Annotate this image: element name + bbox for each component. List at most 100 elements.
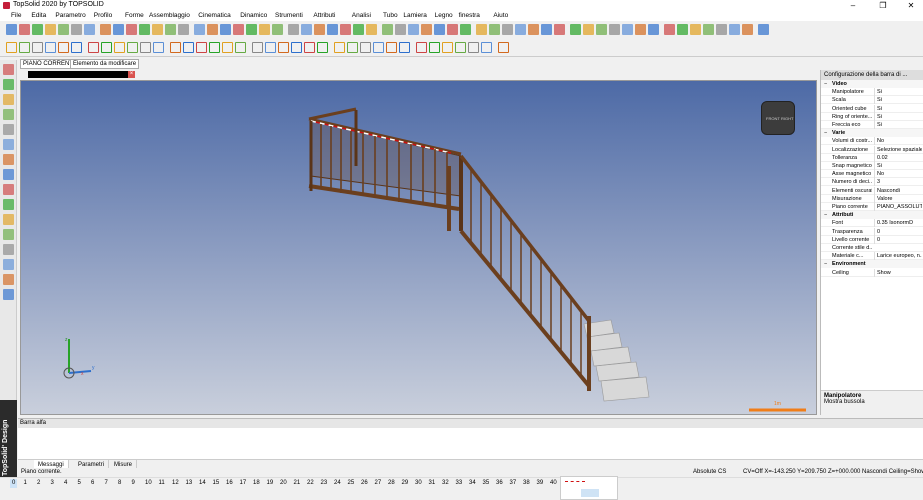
shape-tool-icon[interactable] xyxy=(252,42,263,53)
property-row[interactable]: Scala Si xyxy=(821,96,923,105)
layer-22[interactable]: 22 xyxy=(307,479,314,488)
left-tool-icon[interactable] xyxy=(3,109,14,120)
layer-16[interactable]: 16 xyxy=(226,479,233,488)
layer-28[interactable]: 28 xyxy=(388,479,395,488)
shape-tool-icon[interactable] xyxy=(291,42,302,53)
toolbar-tool-icon[interactable] xyxy=(541,24,552,35)
toolbar-tool-icon[interactable] xyxy=(648,24,659,35)
toolbar-tool-icon[interactable] xyxy=(382,24,393,35)
left-tool-icon[interactable] xyxy=(3,64,14,75)
toolbar-tool-icon[interactable] xyxy=(288,24,299,35)
layer-10[interactable]: 10 xyxy=(145,479,152,488)
layer-17[interactable]: 17 xyxy=(240,479,247,488)
property-value[interactable]: PIANO_ASSOLUTO xyxy=(874,203,922,211)
shape-tool-icon[interactable] xyxy=(455,42,466,53)
view-cube[interactable]: FRONT RIGHT xyxy=(761,101,795,135)
toolbar-tool-icon[interactable] xyxy=(554,24,565,35)
property-row[interactable]: Oriented cube Si xyxy=(821,104,923,113)
property-row[interactable]: Freccia eco Si xyxy=(821,121,923,129)
shape-tool-icon[interactable] xyxy=(304,42,315,53)
shape-tool-icon[interactable] xyxy=(101,42,112,53)
left-tool-icon[interactable] xyxy=(3,274,14,285)
left-tool-icon[interactable] xyxy=(3,214,14,225)
menu-finestra[interactable]: finestra xyxy=(459,12,480,19)
layer-12[interactable]: 12 xyxy=(172,479,179,488)
property-row[interactable]: Livello corrente 0 xyxy=(821,235,923,244)
close-button[interactable]: ✕ xyxy=(901,0,921,11)
toolbar-tool-icon[interactable] xyxy=(596,24,607,35)
shape-tool-icon[interactable] xyxy=(373,42,384,53)
layer-9[interactable]: 9 xyxy=(132,479,135,488)
property-value[interactable]: Si xyxy=(874,96,922,105)
shape-tool-icon[interactable] xyxy=(360,42,371,53)
shape-tool-icon[interactable] xyxy=(196,42,207,53)
layer-20[interactable]: 20 xyxy=(280,479,287,488)
left-tool-icon[interactable] xyxy=(3,199,14,210)
toolbar-tool-icon[interactable] xyxy=(6,24,17,35)
property-row[interactable]: Manipolatore Si xyxy=(821,88,923,97)
tab-elemento-da-modificare[interactable]: Elemento da modificare xyxy=(70,59,140,69)
section-environment[interactable]: Environment xyxy=(821,260,923,269)
layer-24[interactable]: 24 xyxy=(334,479,341,488)
shape-tool-icon[interactable] xyxy=(170,42,181,53)
toolbar-tool-icon[interactable] xyxy=(677,24,688,35)
left-tool-icon[interactable] xyxy=(3,124,14,135)
menu-file[interactable]: File xyxy=(11,12,21,19)
property-row[interactable]: Numero di deci... 3 xyxy=(821,178,923,187)
menu-edita[interactable]: Edita xyxy=(31,12,46,19)
toolbar-tool-icon[interactable] xyxy=(178,24,189,35)
toolbar-tool-icon[interactable] xyxy=(690,24,701,35)
menu-aiuto[interactable]: Aiuto xyxy=(493,12,508,19)
toolbar-tool-icon[interactable] xyxy=(570,24,581,35)
menu-attributi[interactable]: Attributi xyxy=(313,12,335,19)
left-tool-icon[interactable] xyxy=(3,259,14,270)
property-value[interactable]: Selezione spaziale xyxy=(874,145,922,154)
toolbar-tool-icon[interactable] xyxy=(447,24,458,35)
shape-tool-icon[interactable] xyxy=(71,42,82,53)
layer-31[interactable]: 31 xyxy=(429,479,436,488)
layer-6[interactable]: 6 xyxy=(91,479,94,488)
property-value[interactable]: Si xyxy=(874,121,922,129)
property-row[interactable]: Ring of oriente... Si xyxy=(821,112,923,121)
layer-21[interactable]: 21 xyxy=(294,479,301,488)
toolbar-tool-icon[interactable] xyxy=(353,24,364,35)
shape-tool-icon[interactable] xyxy=(222,42,233,53)
shape-tool-icon[interactable] xyxy=(317,42,328,53)
menu-cinematica[interactable]: Cinematica xyxy=(198,12,231,19)
close-document-icon[interactable]: × xyxy=(128,71,135,78)
property-value[interactable]: 0 xyxy=(874,227,922,236)
3d-viewport[interactable]: FRONT RIGHT z y x 1m xyxy=(20,80,817,415)
left-tool-icon[interactable] xyxy=(3,79,14,90)
layer-1[interactable]: 1 xyxy=(24,479,27,488)
property-row[interactable]: Tolleranza 0.02 xyxy=(821,153,923,162)
layer-26[interactable]: 26 xyxy=(361,479,368,488)
property-value[interactable]: Larice europeo, n... xyxy=(874,252,922,261)
property-value[interactable]: Si xyxy=(874,112,922,121)
shape-tool-icon[interactable] xyxy=(468,42,479,53)
toolbar-tool-icon[interactable] xyxy=(716,24,727,35)
property-row[interactable]: Volumi di costr... No xyxy=(821,137,923,146)
shape-tool-icon[interactable] xyxy=(19,42,30,53)
shape-tool-icon[interactable] xyxy=(265,42,276,53)
shape-tool-icon[interactable] xyxy=(416,42,427,53)
toolbar-tool-icon[interactable] xyxy=(233,24,244,35)
section-varie[interactable]: Varie xyxy=(821,129,923,138)
toolbar-tool-icon[interactable] xyxy=(664,24,675,35)
section-video[interactable]: Video xyxy=(821,80,923,88)
toolbar-tool-icon[interactable] xyxy=(395,24,406,35)
toolbar-tool-icon[interactable] xyxy=(139,24,150,35)
shape-tool-icon[interactable] xyxy=(481,42,492,53)
menu-tubo[interactable]: Tubo xyxy=(383,12,398,19)
property-row[interactable]: Elementi oscurati Nascondi xyxy=(821,186,923,195)
toolbar-tool-icon[interactable] xyxy=(515,24,526,35)
toolbar-tool-icon[interactable] xyxy=(84,24,95,35)
left-tool-icon[interactable] xyxy=(3,139,14,150)
toolbar-tool-icon[interactable] xyxy=(301,24,312,35)
layer-34[interactable]: 34 xyxy=(469,479,476,488)
layer-0[interactable]: 0 xyxy=(10,479,18,488)
toolbar-tool-icon[interactable] xyxy=(489,24,500,35)
toolbar-tool-icon[interactable] xyxy=(19,24,30,35)
toolbar-tool-icon[interactable] xyxy=(609,24,620,35)
property-row[interactable]: Corrente stile d... xyxy=(821,244,923,252)
layer-3[interactable]: 3 xyxy=(51,479,54,488)
